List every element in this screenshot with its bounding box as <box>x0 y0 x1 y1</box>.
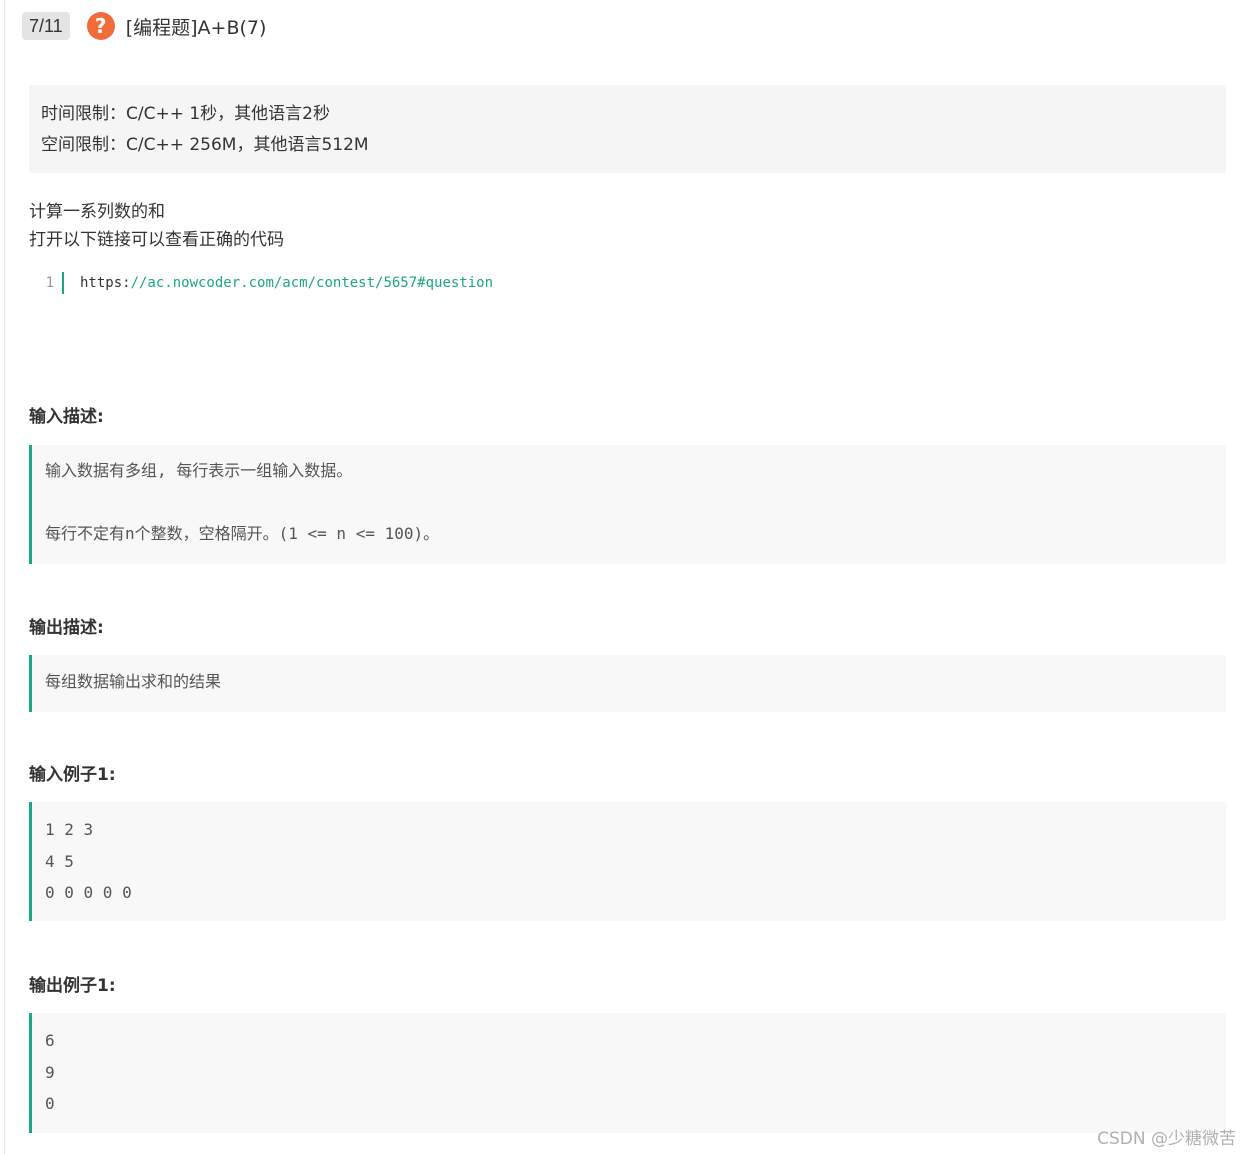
code-url-scheme: https: <box>80 275 131 291</box>
description-line-2: 打开以下链接可以查看正确的代码 <box>29 230 284 250</box>
input-example-heading: 输入例子1: <box>29 765 116 785</box>
code-block: 1 https://ac.nowcoder.com/acm/contest/56… <box>42 270 493 296</box>
code-url-path[interactable]: //ac.nowcoder.com/acm/contest/5657#quest… <box>131 275 493 291</box>
output-desc-heading: 输出描述: <box>29 618 104 638</box>
input-desc-block: 输入数据有多组, 每行表示一组输入数据。 每行不定有n个整数，空格隔开。(1 <… <box>29 445 1226 564</box>
question-circle-icon[interactable]: ? <box>86 12 115 40</box>
watermark: CSDN @少糖微苦 <box>1097 1129 1236 1149</box>
input-example-block: 1 2 3 4 5 0 0 0 0 0 <box>29 802 1226 921</box>
space-limit: 空间限制：C/C++ 256M，其他语言512M <box>41 135 369 155</box>
output-example-heading: 输出例子1: <box>29 976 116 996</box>
input-example-line: 4 5 <box>45 851 74 871</box>
time-limit: 时间限制：C/C++ 1秒，其他语言2秒 <box>41 104 330 124</box>
input-desc-line <box>45 487 1226 519</box>
output-desc-block: 每组数据输出求和的结果 <box>29 655 1226 712</box>
problem-description: 计算一系列数的和 打开以下链接可以查看正确的代码 <box>29 198 284 254</box>
code-gutter-bar <box>62 272 64 294</box>
description-line-1: 计算一系列数的和 <box>29 202 165 222</box>
output-example-line: 6 <box>45 1031 55 1050</box>
input-example-line: 0 0 0 0 0 <box>45 883 132 902</box>
output-example-line: 9 <box>45 1062 55 1082</box>
input-desc-line: 输入数据有多组, 每行表示一组输入数据。 <box>45 461 353 480</box>
input-desc-heading: 输入描述: <box>29 407 104 427</box>
input-desc-line: 每行不定有n个整数，空格隔开。(1 <= n <= 100)。 <box>45 524 440 543</box>
problem-header: 7/11 ? [编程题]A+B(7) <box>22 10 266 42</box>
output-example-block: 6 9 0 <box>29 1013 1226 1133</box>
limits-box: 时间限制：C/C++ 1秒，其他语言2秒 空间限制：C/C++ 256M，其他语… <box>29 85 1226 173</box>
output-desc-line: 每组数据输出求和的结果 <box>45 672 222 691</box>
progress-badge: 7/11 <box>22 12 70 40</box>
problem-title: [编程题]A+B(7) <box>125 16 267 39</box>
output-example-line: 0 <box>45 1094 55 1113</box>
code-line-number: 1 <box>45 275 54 291</box>
page-left-border <box>4 0 5 1154</box>
input-example-line: 1 2 3 <box>45 820 94 839</box>
